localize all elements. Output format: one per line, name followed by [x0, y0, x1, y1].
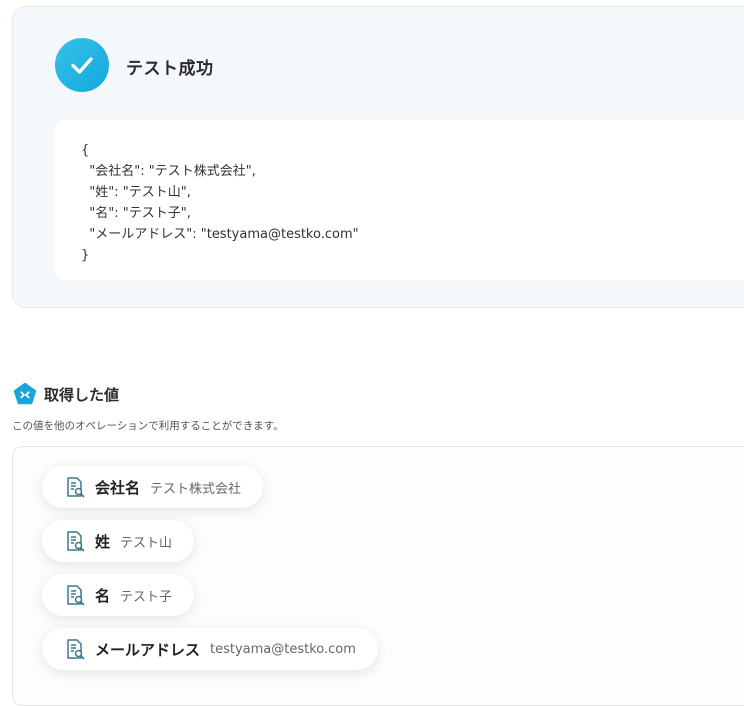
chip-value: testyama@testko.com	[210, 641, 356, 657]
check-icon	[55, 38, 109, 92]
success-title: テスト成功	[126, 59, 214, 79]
chip-value: テスト株式会社	[150, 481, 242, 497]
test-success-panel: テスト成功 { "会社名": "テスト株式会社", "姓": "テスト山", "…	[12, 6, 744, 308]
json-output: { "会社名": "テスト株式会社", "姓": "テスト山", "名": "テ…	[81, 140, 359, 266]
json-line: "名": "テスト子",	[81, 206, 191, 221]
json-line: "会社名": "テスト株式会社",	[81, 164, 256, 179]
acquired-values-title: 取得した値	[44, 386, 120, 404]
chip-label: 名	[95, 586, 111, 605]
pentagon-logo-icon	[13, 382, 37, 405]
json-line: }	[81, 248, 90, 263]
value-chip-first-name[interactable]: 名 テスト子	[42, 574, 195, 616]
value-chip-company[interactable]: 会社名 テスト株式会社	[42, 466, 264, 508]
json-output-box: { "会社名": "テスト株式会社", "姓": "テスト山", "名": "テ…	[55, 120, 744, 280]
chip-label: 会社名	[95, 478, 141, 497]
json-line: {	[81, 143, 90, 158]
chip-label: 姓	[95, 532, 111, 551]
document-search-icon	[67, 477, 85, 498]
value-chip-last-name[interactable]: 姓 テスト山	[42, 520, 195, 562]
chip-value: テスト子	[120, 589, 173, 605]
chip-label: メールアドレス	[95, 640, 201, 659]
json-line: "メールアドレス": "testyama@testko.com"	[81, 227, 359, 242]
chip-value: テスト山	[120, 535, 173, 551]
value-chip-email[interactable]: メールアドレス testyama@testko.com	[42, 628, 378, 670]
json-line: "姓": "テスト山",	[81, 185, 191, 200]
document-search-icon	[67, 585, 85, 606]
document-search-icon	[67, 639, 85, 660]
document-search-icon	[67, 531, 85, 552]
acquired-values-description: この値を他のオペレーションで利用することができます。	[12, 420, 284, 432]
